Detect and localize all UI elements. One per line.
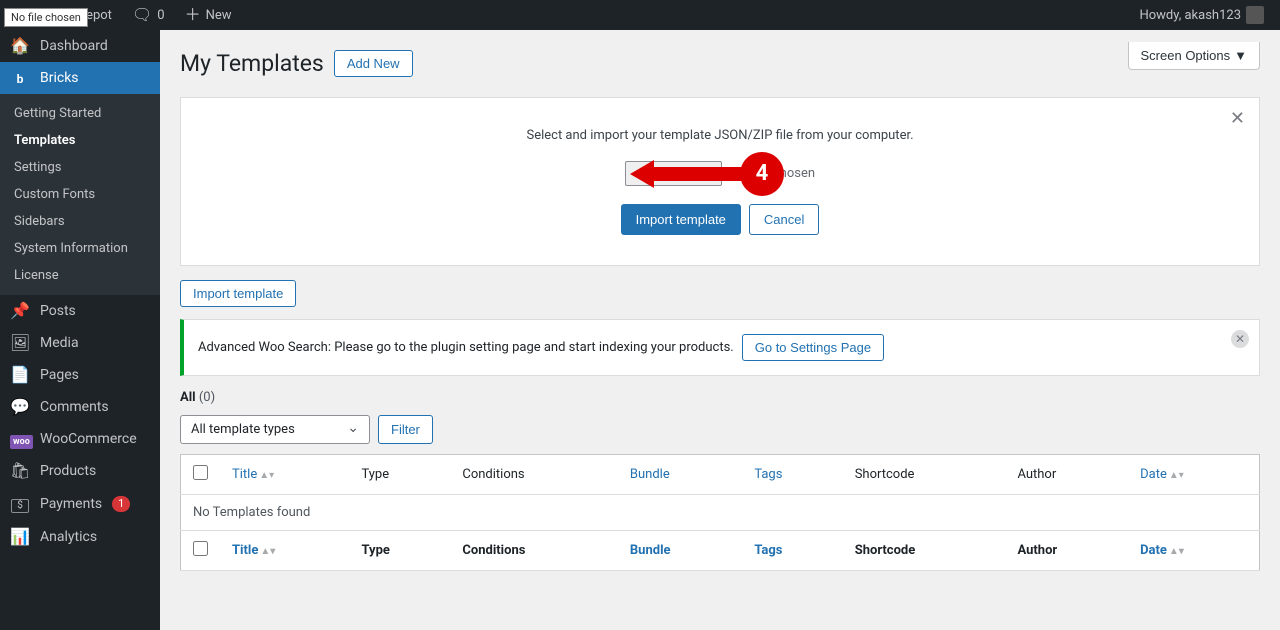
- menu-media-label: Media: [40, 335, 79, 351]
- submenu-getting-started[interactable]: Getting Started: [0, 100, 160, 127]
- plus-icon: ＋: [185, 7, 201, 23]
- menu-dashboard-label: Dashboard: [40, 38, 108, 54]
- menu-media[interactable]: 🖼 Media: [0, 327, 160, 359]
- page-icon: 📄: [10, 367, 30, 383]
- pin-icon: 📌: [10, 303, 30, 319]
- comments-icon: 💬: [10, 399, 30, 415]
- admin-sidebar: 🏠 Dashboard b Bricks Getting Started Tem…: [0, 30, 160, 630]
- new-item[interactable]: ＋ New: [177, 0, 240, 30]
- no-file-text: No file chosen: [732, 166, 815, 181]
- menu-payments-label: Payments: [40, 496, 102, 512]
- admin-bar: cks Home Depot 🗨 0 ＋ New Howdy, akash123…: [0, 0, 1280, 30]
- file-tooltip: No file chosen: [4, 8, 88, 27]
- menu-comments-label: Comments: [40, 399, 109, 415]
- col-bundle-f[interactable]: Bundle: [618, 531, 742, 571]
- menu-woocommerce[interactable]: woo WooCommerce: [0, 423, 160, 455]
- woo-icon: woo: [10, 431, 30, 447]
- col-conditions: Conditions: [450, 455, 618, 495]
- analytics-icon: 📊: [10, 529, 30, 545]
- notice-aws: Advanced Woo Search: Please go to the pl…: [180, 319, 1260, 376]
- menu-comments[interactable]: 💬 Comments: [0, 391, 160, 423]
- menu-bricks-label: Bricks: [40, 70, 79, 86]
- notice-text: Advanced Woo Search: Please go to the pl…: [198, 340, 734, 355]
- submenu-custom-fonts[interactable]: Custom Fonts: [0, 181, 160, 208]
- all-link[interactable]: All: [180, 390, 196, 405]
- submenu-system-info[interactable]: System Information: [0, 235, 160, 262]
- menu-bricks[interactable]: b Bricks: [0, 62, 160, 94]
- payments-icon: $: [10, 495, 30, 513]
- avatar-icon: [1246, 6, 1264, 24]
- media-icon: 🖼: [10, 335, 30, 351]
- menu-pages[interactable]: 📄 Pages: [0, 359, 160, 391]
- no-templates-text: No Templates found: [181, 495, 1260, 531]
- sort-icon: ▲▾: [259, 470, 274, 481]
- sort-icon: ▲▾: [260, 546, 275, 557]
- menu-posts[interactable]: 📌 Posts: [0, 295, 160, 327]
- col-date-f[interactable]: Date▲▾: [1128, 531, 1259, 571]
- chevron-down-icon: ▼: [1234, 48, 1247, 63]
- col-date[interactable]: Date▲▾: [1128, 455, 1259, 495]
- go-settings-button[interactable]: Go to Settings Page: [742, 334, 884, 361]
- col-conditions-f: Conditions: [450, 531, 618, 571]
- add-new-button[interactable]: Add New: [334, 50, 413, 77]
- comments-item[interactable]: 🗨 0: [124, 0, 173, 30]
- col-tags[interactable]: Tags: [742, 455, 842, 495]
- sort-icon: ▲▾: [1169, 546, 1184, 557]
- col-tags-f[interactable]: Tags: [742, 531, 842, 571]
- submenu-templates[interactable]: Templates: [0, 127, 160, 154]
- col-title-f[interactable]: Title▲▾: [220, 531, 349, 571]
- menu-analytics-label: Analytics: [40, 529, 97, 545]
- dismiss-icon[interactable]: ✕: [1231, 330, 1249, 348]
- import-template-button[interactable]: Import template: [621, 204, 741, 235]
- howdy-item[interactable]: Howdy, akash123: [1131, 0, 1272, 30]
- screen-options-button[interactable]: Screen Options ▼: [1128, 42, 1260, 70]
- choose-files-button[interactable]: Choose files: [625, 161, 723, 186]
- col-title[interactable]: Title▲▾: [220, 455, 349, 495]
- dashboard-icon: 🏠: [10, 38, 30, 54]
- submenu-sidebars[interactable]: Sidebars: [0, 208, 160, 235]
- col-bundle[interactable]: Bundle: [618, 455, 742, 495]
- template-type-select[interactable]: All template types: [180, 415, 370, 444]
- menu-analytics[interactable]: 📊 Analytics: [0, 521, 160, 553]
- products-icon: 🛍: [10, 463, 30, 479]
- table-row-empty: No Templates found: [181, 495, 1260, 531]
- menu-payments[interactable]: $ Payments 1: [0, 487, 160, 521]
- menu-posts-label: Posts: [40, 303, 76, 319]
- bricks-icon: b: [10, 70, 30, 86]
- select-all-bottom[interactable]: [193, 541, 208, 556]
- new-label: New: [206, 8, 232, 23]
- cancel-button[interactable]: Cancel: [749, 204, 819, 235]
- comment-icon: 🗨: [132, 7, 152, 23]
- menu-products-label: Products: [40, 463, 96, 479]
- col-shortcode-f: Shortcode: [843, 531, 1006, 571]
- select-all-top[interactable]: [193, 465, 208, 480]
- import-template-link[interactable]: Import template: [180, 280, 296, 307]
- comments-count: 0: [157, 8, 164, 23]
- col-author: Author: [1005, 455, 1128, 495]
- page-title: My Templates: [180, 50, 324, 77]
- close-icon[interactable]: ✕: [1230, 108, 1245, 129]
- import-panel: ✕ Select and import your template JSON/Z…: [180, 97, 1260, 266]
- menu-dashboard[interactable]: 🏠 Dashboard: [0, 30, 160, 62]
- howdy-text: Howdy, akash123: [1139, 8, 1241, 23]
- menu-woo-label: WooCommerce: [40, 431, 137, 447]
- col-author-f: Author: [1005, 531, 1128, 571]
- filter-button[interactable]: Filter: [378, 415, 433, 444]
- menu-products[interactable]: 🛍 Products: [0, 455, 160, 487]
- import-message: Select and import your template JSON/ZIP…: [201, 128, 1239, 143]
- col-shortcode: Shortcode: [843, 455, 1006, 495]
- templates-table: Title▲▾ Type Conditions Bundle Tags Shor…: [180, 454, 1260, 571]
- submenu-license[interactable]: License: [0, 262, 160, 289]
- sort-icon: ▲▾: [1169, 470, 1184, 481]
- submenu-settings[interactable]: Settings: [0, 154, 160, 181]
- subsubsub: All (0): [180, 390, 1260, 405]
- screen-options-label: Screen Options: [1141, 48, 1231, 63]
- menu-pages-label: Pages: [40, 367, 79, 383]
- bricks-submenu: Getting Started Templates Settings Custo…: [0, 94, 160, 295]
- all-count: (0): [199, 390, 215, 405]
- main-content: Screen Options ▼ My Templates Add New ✕ …: [160, 30, 1280, 591]
- payments-badge: 1: [112, 496, 130, 512]
- col-type: Type: [349, 455, 450, 495]
- col-type-f: Type: [349, 531, 450, 571]
